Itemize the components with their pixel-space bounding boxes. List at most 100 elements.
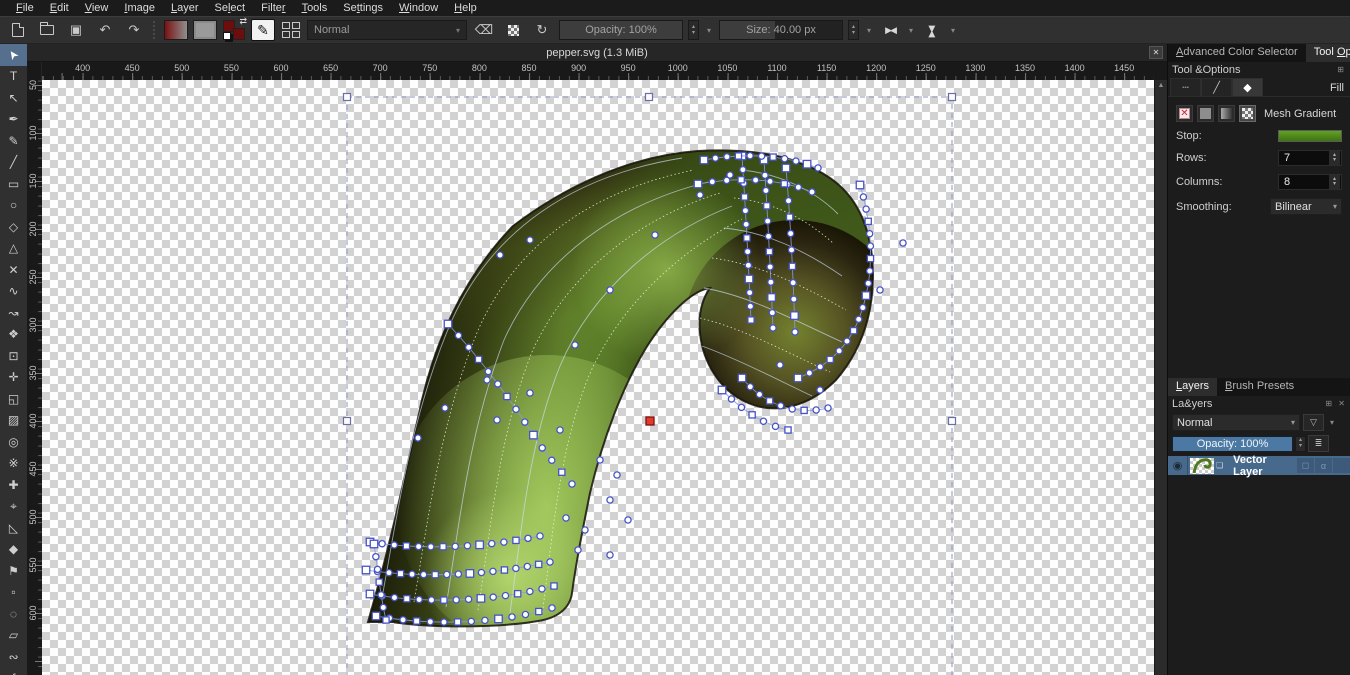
- mesh-node[interactable]: [497, 252, 503, 258]
- fill-gradient-button[interactable]: [1218, 105, 1235, 122]
- menu-image[interactable]: Image: [116, 2, 163, 14]
- mesh-node[interactable]: [373, 554, 379, 560]
- tool-multibrush[interactable]: ❖: [0, 324, 27, 346]
- mirror-vertical-dropdown-icon[interactable]: ▾: [948, 26, 958, 35]
- mesh-node[interactable]: [383, 617, 389, 623]
- mesh-node[interactable]: [791, 312, 799, 320]
- tool-move[interactable]: ✛: [0, 367, 27, 389]
- workspace-chooser-button[interactable]: [280, 20, 302, 40]
- mesh-node[interactable]: [867, 268, 873, 274]
- tool-measure[interactable]: ◺: [0, 517, 27, 539]
- tool-line[interactable]: ╱: [0, 152, 27, 174]
- mesh-node[interactable]: [362, 566, 370, 574]
- tool-rectangle[interactable]: ▭: [0, 173, 27, 195]
- mesh-node[interactable]: [763, 187, 769, 193]
- vertical-scrollbar[interactable]: ▲: [1154, 80, 1167, 675]
- mesh-node[interactable]: [745, 262, 751, 268]
- mesh-node[interactable]: [455, 619, 461, 625]
- tool-text[interactable]: T: [0, 66, 27, 88]
- mesh-node[interactable]: [794, 374, 802, 382]
- tool-freehand-path[interactable]: ∿: [0, 281, 27, 303]
- tool-freehand-brush[interactable]: ✎: [0, 130, 27, 152]
- mesh-node[interactable]: [765, 233, 771, 239]
- mesh-node[interactable]: [432, 572, 438, 578]
- opacity-spinner[interactable]: ▴▾: [688, 20, 699, 40]
- tool-bezier-select[interactable]: ʃ: [0, 668, 27, 675]
- mesh-node[interactable]: [391, 542, 397, 548]
- mesh-node[interactable]: [409, 571, 415, 577]
- selection-handle[interactable]: [949, 94, 956, 101]
- mesh-node[interactable]: [782, 164, 790, 172]
- eraser-mode-button[interactable]: ⌫: [472, 19, 496, 41]
- mesh-node[interactable]: [527, 237, 533, 243]
- mesh-node[interactable]: [767, 264, 773, 270]
- selection-handle[interactable]: [344, 94, 351, 101]
- fill-none-button[interactable]: ✕: [1176, 105, 1193, 122]
- gradient-chooser[interactable]: [164, 20, 188, 40]
- tab-stroke-dashes[interactable]: ┄: [1170, 78, 1201, 96]
- tab-layers[interactable]: Layers: [1168, 378, 1217, 396]
- size-spinner[interactable]: ▴▾: [848, 20, 859, 40]
- menu-help[interactable]: Help: [446, 2, 485, 14]
- mesh-node[interactable]: [366, 590, 374, 598]
- mesh-node[interactable]: [536, 561, 542, 567]
- mesh-node[interactable]: [815, 165, 821, 171]
- tool-color-sampler[interactable]: ◎: [0, 431, 27, 453]
- mirror-horizontal-button[interactable]: ▶◀: [879, 25, 901, 36]
- close-document-button[interactable]: ✕: [1149, 46, 1163, 59]
- mesh-node[interactable]: [718, 386, 726, 394]
- mesh-node[interactable]: [762, 172, 768, 178]
- mesh-node[interactable]: [769, 310, 775, 316]
- mesh-node[interactable]: [477, 595, 485, 603]
- mesh-node[interactable]: [747, 384, 753, 390]
- mesh-node[interactable]: [742, 194, 748, 200]
- mesh-node[interactable]: [781, 156, 787, 162]
- mesh-node[interactable]: [770, 154, 776, 160]
- mesh-node[interactable]: [551, 583, 557, 589]
- layer-alpha-lock-icon[interactable]: α: [1315, 458, 1332, 473]
- mesh-node[interactable]: [482, 617, 488, 623]
- tool-ellipse-select[interactable]: ◌: [0, 603, 27, 625]
- mesh-node[interactable]: [756, 391, 762, 397]
- tool-ellipse[interactable]: ○: [0, 195, 27, 217]
- mesh-node[interactable]: [827, 356, 833, 362]
- layer-row[interactable]: ◉ ❏ Vector Layer ◻ α: [1168, 456, 1350, 475]
- mesh-node[interactable]: [743, 221, 749, 227]
- mesh-node[interactable]: [465, 596, 471, 602]
- tool-polygon[interactable]: ◇: [0, 216, 27, 238]
- mesh-node[interactable]: [900, 240, 906, 246]
- mesh-node[interactable]: [513, 565, 519, 571]
- mesh-node[interactable]: [770, 325, 776, 331]
- mesh-node[interactable]: [747, 153, 753, 159]
- save-button[interactable]: ▣: [64, 19, 88, 41]
- mesh-node[interactable]: [527, 588, 533, 594]
- mesh-node[interactable]: [490, 568, 496, 574]
- mesh-node[interactable]: [502, 592, 508, 598]
- mesh-node[interactable]: [397, 571, 403, 577]
- menu-file[interactable]: File: [8, 2, 42, 14]
- tab-stroke[interactable]: ╱: [1201, 78, 1232, 96]
- mirror-vertical-button[interactable]: ▶◀: [927, 19, 938, 41]
- mesh-node[interactable]: [476, 541, 484, 549]
- mesh-node[interactable]: [742, 208, 748, 214]
- mesh-node[interactable]: [539, 586, 545, 592]
- mesh-node[interactable]: [441, 619, 447, 625]
- mesh-node[interactable]: [740, 167, 746, 173]
- mesh-node[interactable]: [557, 427, 563, 433]
- brush-editor-button[interactable]: ✎: [251, 19, 275, 41]
- mesh-node[interactable]: [524, 563, 530, 569]
- mesh-node[interactable]: [549, 457, 555, 463]
- mesh-node[interactable]: [416, 543, 422, 549]
- mesh-node[interactable]: [652, 232, 658, 238]
- mesh-node[interactable]: [509, 614, 515, 620]
- mesh-node[interactable]: [728, 396, 734, 402]
- mesh-node[interactable]: [793, 158, 799, 164]
- mesh-node[interactable]: [607, 287, 613, 293]
- mesh-node[interactable]: [513, 537, 519, 543]
- menu-tools[interactable]: Tools: [294, 2, 336, 14]
- mesh-node[interactable]: [400, 617, 406, 623]
- mesh-node[interactable]: [785, 427, 791, 433]
- mesh-node[interactable]: [484, 377, 490, 383]
- mesh-node[interactable]: [789, 263, 795, 269]
- mesh-node[interactable]: [745, 275, 753, 283]
